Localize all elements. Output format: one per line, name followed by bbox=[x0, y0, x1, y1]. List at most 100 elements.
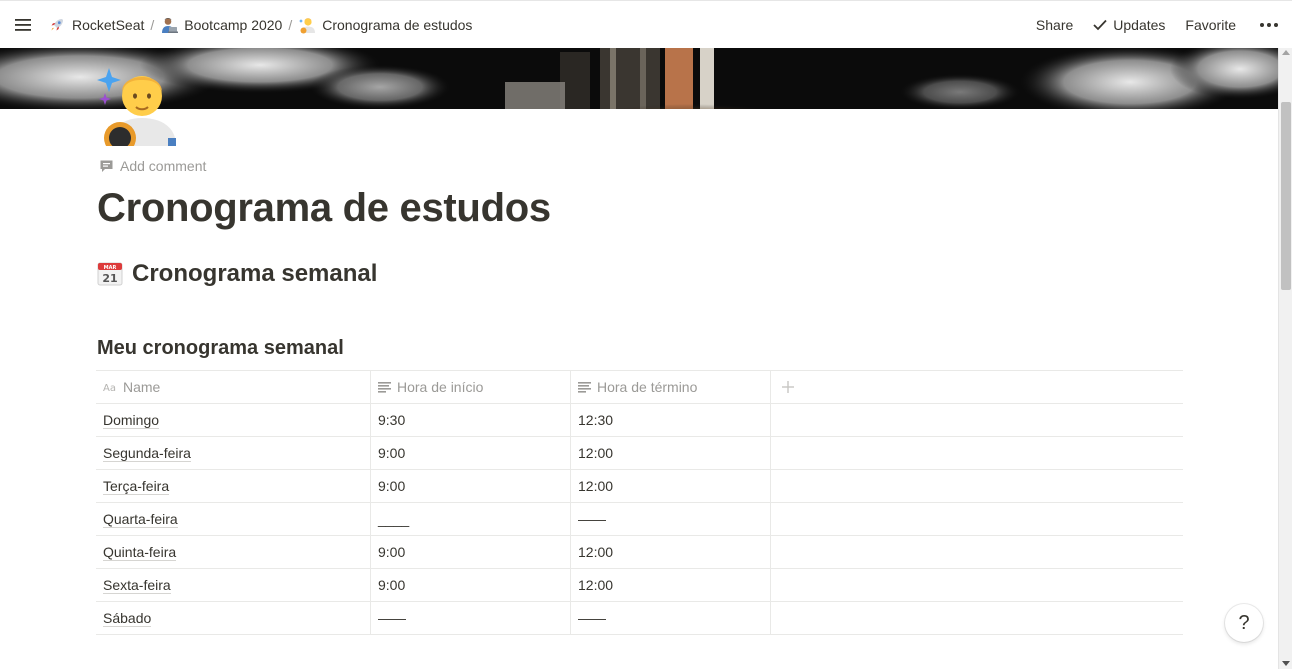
row-name[interactable]: Segunda-feira bbox=[103, 445, 191, 462]
plus-icon[interactable] bbox=[782, 381, 794, 393]
astronaut-icon[interactable] bbox=[96, 66, 180, 146]
sidebar-menu-button[interactable] bbox=[0, 1, 44, 49]
svg-text:Aa: Aa bbox=[103, 383, 116, 392]
hamburger-icon bbox=[15, 18, 31, 31]
text-lines-icon bbox=[578, 381, 591, 393]
dot bbox=[1274, 23, 1278, 27]
svg-text:MAR: MAR bbox=[104, 265, 117, 271]
start-time-cell[interactable]: 9:00 bbox=[371, 536, 571, 568]
row-name[interactable]: Quinta-feira bbox=[103, 544, 177, 561]
breadcrumb-label: Cronograma de estudos bbox=[322, 16, 473, 33]
help-button[interactable]: ? bbox=[1225, 604, 1263, 642]
favorite-label: Favorite bbox=[1185, 17, 1236, 33]
empty-cell bbox=[771, 569, 1183, 601]
favorite-button[interactable]: Favorite bbox=[1175, 17, 1246, 33]
add-comment-label: Add comment bbox=[120, 158, 207, 174]
end-time-cell[interactable]: 12:00 bbox=[571, 437, 771, 469]
updates-label: Updates bbox=[1113, 17, 1166, 33]
breadcrumb: RocketSeat / Bootcamp 2020 / Cronograma … bbox=[44, 1, 476, 49]
calendar-icon: MAR 21 bbox=[97, 262, 123, 286]
name-cell[interactable]: Sábado bbox=[96, 602, 371, 634]
empty-cell bbox=[771, 536, 1183, 568]
end-time-cell[interactable]: 12:00 bbox=[571, 470, 771, 502]
table-row[interactable]: Quinta-feira 9:00 12:00 bbox=[96, 536, 1183, 569]
more-options-button[interactable] bbox=[1246, 23, 1292, 27]
start-time-cell[interactable]: 9:00 bbox=[371, 569, 571, 601]
name-cell[interactable]: Quinta-feira bbox=[96, 536, 371, 568]
end-time-cell[interactable]: 12:30 bbox=[571, 404, 771, 436]
svg-text:21: 21 bbox=[102, 272, 117, 285]
name-cell[interactable]: Domingo bbox=[96, 404, 371, 436]
start-time-cell[interactable]: —— bbox=[371, 602, 571, 634]
start-time-cell[interactable]: 9:30 bbox=[371, 404, 571, 436]
share-label: Share bbox=[1035, 17, 1074, 33]
start-time-cell[interactable]: ____ bbox=[371, 503, 571, 535]
breadcrumb-item-rocketseat[interactable]: RocketSeat bbox=[44, 13, 148, 37]
table-row[interactable]: Segunda-feira 9:00 12:00 bbox=[96, 437, 1183, 470]
add-comment-button[interactable]: Add comment bbox=[99, 158, 206, 174]
technologist-icon bbox=[162, 17, 179, 33]
table-row[interactable]: Sexta-feira 9:00 12:00 bbox=[96, 569, 1183, 602]
column-header-end[interactable]: Hora de término bbox=[571, 371, 771, 403]
start-time-cell[interactable]: 9:00 bbox=[371, 437, 571, 469]
name-cell[interactable]: Segunda-feira bbox=[96, 437, 371, 469]
row-name[interactable]: Domingo bbox=[103, 412, 160, 429]
cover-image bbox=[0, 47, 1278, 109]
column-header-name[interactable]: Aa Name bbox=[96, 371, 371, 403]
start-time-cell[interactable]: 9:00 bbox=[371, 470, 571, 502]
row-name[interactable]: Sábado bbox=[103, 610, 152, 627]
row-name[interactable]: Terça-feira bbox=[103, 478, 170, 495]
comment-icon bbox=[100, 160, 113, 172]
section-heading[interactable]: MAR 21 Cronograma semanal bbox=[97, 260, 377, 288]
table-row[interactable]: Domingo 9:30 12:30 bbox=[96, 404, 1183, 437]
add-column-cell bbox=[771, 371, 1183, 403]
name-cell[interactable]: Sexta-feira bbox=[96, 569, 371, 601]
breadcrumb-separator: / bbox=[288, 16, 293, 33]
table-row[interactable]: Terça-feira 9:00 12:00 bbox=[96, 470, 1183, 503]
table-row[interactable]: Quarta-feira ____ —— bbox=[96, 503, 1183, 536]
name-cell[interactable]: Terça-feira bbox=[96, 470, 371, 502]
column-header-label: Hora de início bbox=[397, 379, 484, 395]
share-button[interactable]: Share bbox=[1026, 17, 1083, 33]
breadcrumb-label: RocketSeat bbox=[72, 16, 145, 33]
updates-button[interactable]: Updates bbox=[1083, 17, 1175, 33]
breadcrumb-separator: / bbox=[150, 16, 155, 33]
empty-cell bbox=[771, 470, 1183, 502]
top-bar: RocketSeat / Bootcamp 2020 / Cronograma … bbox=[0, 0, 1292, 48]
breadcrumb-item-bootcamp[interactable]: Bootcamp 2020 bbox=[156, 13, 286, 37]
end-time-cell[interactable]: 12:00 bbox=[571, 569, 771, 601]
section-heading-text: Cronograma semanal bbox=[132, 260, 378, 287]
column-header-start[interactable]: Hora de início bbox=[371, 371, 571, 403]
column-header-label: Hora de término bbox=[597, 379, 698, 395]
breadcrumb-item-cronograma[interactable]: Cronograma de estudos bbox=[294, 13, 476, 37]
end-time-cell[interactable]: —— bbox=[571, 602, 771, 634]
page-title[interactable]: Cronograma de estudos bbox=[97, 184, 551, 232]
row-name[interactable]: Sexta-feira bbox=[103, 577, 171, 594]
astronaut-icon bbox=[299, 17, 316, 33]
column-header-label: Name bbox=[123, 379, 161, 395]
topbar-actions: Share Updates Favorite bbox=[1026, 1, 1292, 49]
name-cell[interactable]: Quarta-feira bbox=[96, 503, 371, 535]
table-row[interactable]: Sábado —— —— bbox=[96, 602, 1183, 635]
end-time-cell[interactable]: —— bbox=[571, 503, 771, 535]
empty-cell bbox=[771, 404, 1183, 436]
text-lines-icon bbox=[378, 381, 391, 393]
schedule-table: Aa Name Hora de início Hora de término D… bbox=[96, 370, 1183, 635]
rocket-launch-scene bbox=[0, 47, 1278, 109]
empty-cell bbox=[771, 602, 1183, 634]
scroll-up-arrow-icon[interactable] bbox=[1282, 50, 1290, 55]
end-time-cell[interactable]: 12:00 bbox=[571, 536, 771, 568]
text-property-icon: Aa bbox=[103, 383, 116, 392]
database-title[interactable]: Meu cronograma semanal bbox=[97, 337, 344, 360]
scroll-down-arrow-icon[interactable] bbox=[1282, 661, 1290, 666]
scrollbar-thumb[interactable] bbox=[1281, 102, 1291, 290]
vertical-scrollbar[interactable] bbox=[1278, 47, 1292, 669]
breadcrumb-label: Bootcamp 2020 bbox=[184, 16, 283, 33]
empty-cell bbox=[771, 437, 1183, 469]
row-name[interactable]: Quarta-feira bbox=[103, 511, 178, 528]
checkmark-icon bbox=[1093, 19, 1107, 31]
empty-cell bbox=[771, 503, 1183, 535]
dot bbox=[1260, 23, 1264, 27]
rocket-icon bbox=[51, 18, 63, 30]
dot bbox=[1267, 23, 1271, 27]
